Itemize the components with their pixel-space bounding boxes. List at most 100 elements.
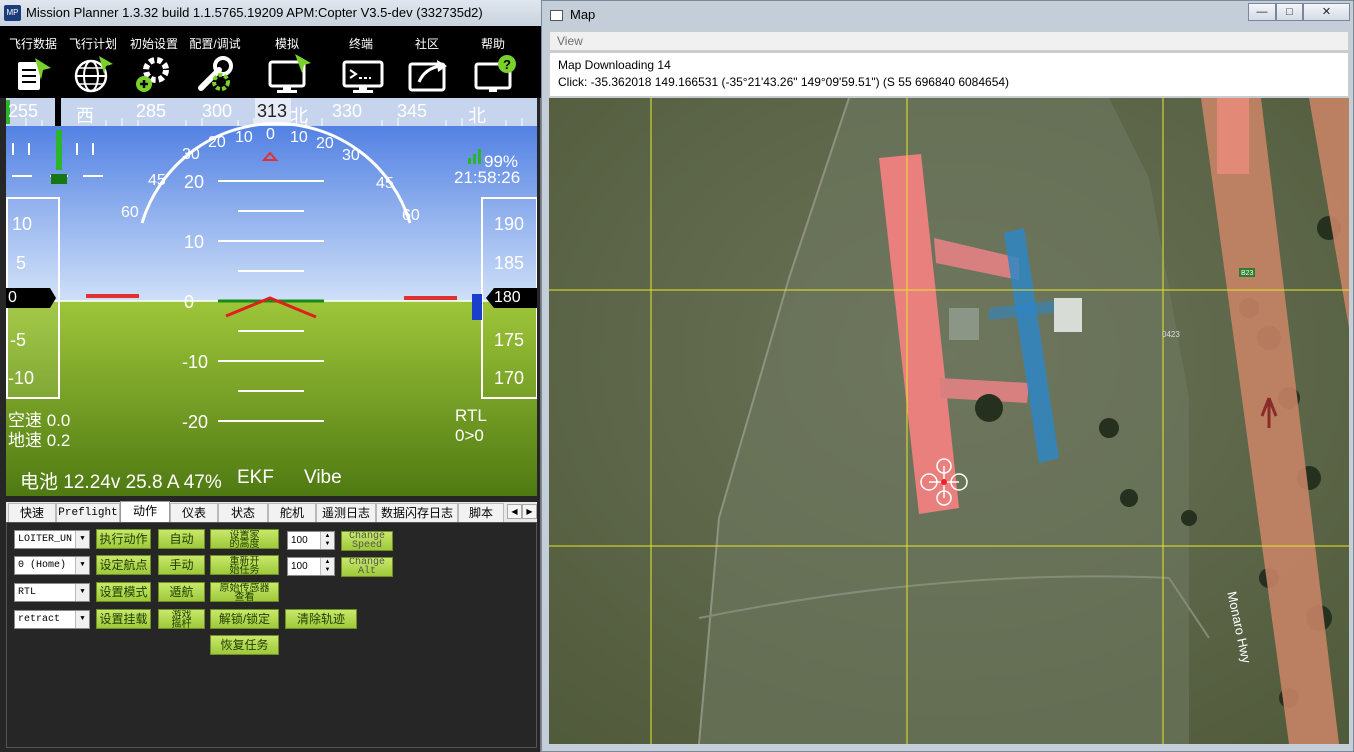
menu-view[interactable]: View — [557, 34, 583, 48]
pitch-label: 10 — [184, 232, 205, 252]
set-mode-button[interactable]: 设置模式 — [96, 582, 151, 602]
map-download-status: Map Downloading 14 — [558, 58, 671, 72]
tab-servo[interactable]: 舵机 — [268, 503, 316, 522]
groundspeed-readout: 地速 0.2 — [8, 431, 71, 450]
speed-tick: 10 — [12, 214, 33, 234]
chevron-down-icon: ▼ — [75, 531, 89, 548]
minimize-button[interactable]: — — [1248, 3, 1276, 21]
mode-select-value: RTL — [18, 587, 37, 598]
pitch-label: 20 — [184, 172, 205, 192]
menu-terminal[interactable]: 终端 — [330, 26, 392, 98]
tab-preflight[interactable]: Preflight — [56, 503, 120, 522]
maximize-button[interactable]: □ — [1276, 3, 1303, 21]
menu-flight-data[interactable]: 飞行数据 — [2, 26, 64, 98]
tab-scripts[interactable]: 脚本 — [458, 503, 504, 522]
waypoint-readout: 0>0 — [455, 426, 484, 445]
roll-tick: 45 — [148, 172, 166, 189]
action-select[interactable]: LOITER_UN ▼ — [14, 530, 90, 549]
close-button[interactable]: ✕ — [1303, 3, 1350, 21]
roll-tick: 10 — [290, 129, 308, 146]
waypoint-select[interactable]: 0 (Home) ▼ — [14, 556, 90, 575]
menu-label: 飞行计划 — [68, 37, 117, 51]
map-window: Map — □ ✕ View Map Downloading 14 Click:… — [541, 0, 1354, 752]
app-logo: MP — [4, 5, 21, 21]
spinner-arrows-icon[interactable]: ▲ ▼ — [320, 558, 334, 575]
menu-community[interactable]: 社区 — [396, 26, 458, 98]
auto-button[interactable]: 自动 — [158, 529, 205, 549]
tab-quick[interactable]: 快速 — [8, 503, 56, 522]
heading-tick: 345 — [397, 101, 428, 121]
flight-data-icon — [18, 58, 51, 90]
raw-sensor-view-button[interactable]: 原始传感器查看 — [210, 582, 279, 602]
config-tuning-icon — [198, 56, 233, 91]
menu-initial-setup[interactable]: 初始设置 — [123, 26, 185, 98]
tab-status[interactable]: 状态 — [218, 503, 268, 522]
mode-select[interactable]: RTL ▼ — [14, 583, 90, 602]
satellite-imagery — [549, 98, 1349, 744]
roll-tick: 20 — [208, 134, 226, 151]
change-speed-button[interactable]: Change Speed — [341, 531, 393, 551]
menu-simulation[interactable]: 模拟 — [256, 26, 318, 98]
heading-tick: 285 — [136, 101, 167, 121]
chevron-down-icon: ▼ — [75, 611, 89, 628]
tab-actions[interactable]: 动作 — [120, 501, 170, 522]
menu-config-tuning[interactable]: 配置/调试 — [184, 26, 246, 98]
window-title-bar: MP Mission Planner 1.3.32 build 1.1.5765… — [0, 0, 541, 26]
actions-panel: LOITER_UN ▼ 0 (Home) ▼ RTL ▼ retract ▼ 执… — [6, 522, 537, 748]
tab-bar: 快速 Preflight 动作 仪表 状态 舵机 遥测日志 数据闪存日志 脚本 … — [6, 501, 537, 522]
speed-tick: 5 — [16, 253, 27, 273]
hud-display[interactable]: 255 西 285 300 313 北 330 345 北 60 45 30 2… — [6, 98, 537, 496]
tab-scroll-arrows: ◀ ▶ — [507, 504, 537, 519]
window-title: Mission Planner 1.3.32 build 1.1.5765.19… — [26, 5, 483, 20]
clear-track-button[interactable]: 清除轨迹 — [285, 609, 357, 629]
road-badge: B23 — [1241, 270, 1254, 277]
roll-tick: 45 — [376, 175, 394, 192]
alt-input[interactable]: 100 ▲ ▼ — [287, 557, 335, 576]
loiter-button[interactable]: 遁航 — [158, 582, 205, 602]
pitch-label: -10 — [182, 352, 209, 372]
vibe-indicator[interactable]: Vibe — [304, 467, 342, 489]
tab-dataflash-logs[interactable]: 数据闪存日志 — [376, 503, 458, 522]
alt-tick: 175 — [494, 330, 525, 350]
set-waypoint-button[interactable]: 设定航点 — [96, 555, 151, 575]
menu-label: 初始设置 — [129, 37, 178, 51]
action-select-value: LOITER_UN — [18, 534, 73, 545]
tab-scroll-left-icon[interactable]: ◀ — [507, 504, 522, 519]
alt-value: 100 — [291, 561, 308, 572]
tab-scroll-right-icon[interactable]: ▶ — [522, 504, 537, 519]
alt-current: 180 — [494, 289, 521, 306]
map-menu-bar: View — [549, 31, 1349, 51]
roll-tick: 30 — [182, 146, 200, 163]
chevron-down-icon: ▼ — [75, 584, 89, 601]
manual-button[interactable]: 手动 — [158, 555, 205, 575]
menu-flight-plan[interactable]: 飞行计划 — [62, 26, 124, 98]
set-home-alt-button[interactable]: 设置家的高度 — [210, 529, 279, 549]
menu-label: 社区 — [414, 37, 439, 51]
ekf-indicator[interactable]: EKF — [237, 467, 274, 489]
svg-text:?: ? — [503, 57, 511, 72]
tab-gauges[interactable]: 仪表 — [170, 503, 218, 522]
chevron-down-icon: ▼ — [75, 557, 89, 574]
speed-input[interactable]: 100 ▲ ▼ — [287, 531, 335, 550]
heading-tick: 西 — [76, 106, 94, 126]
set-mount-button[interactable]: 设置挂载 — [96, 609, 151, 629]
change-alt-button[interactable]: Change Alt — [341, 557, 393, 577]
menu-help[interactable]: 帮助 ? — [462, 26, 524, 98]
tab-telemetry-logs[interactable]: 遥测日志 — [316, 503, 376, 522]
simulation-icon — [268, 54, 311, 93]
arm-disarm-button[interactable]: 解锁/锁定 — [210, 609, 279, 629]
mount-select[interactable]: retract ▼ — [14, 610, 90, 629]
waypoint-select-value: 0 (Home) — [18, 560, 67, 571]
menu-label: 帮助 — [480, 37, 505, 51]
roll-tick: 20 — [316, 135, 334, 152]
mission-planner-window: MP Mission Planner 1.3.32 build 1.1.5765… — [0, 0, 541, 752]
spinner-arrows-icon[interactable]: ▲ ▼ — [320, 532, 334, 549]
help-icon: ? — [474, 55, 516, 92]
restart-mission-button[interactable]: 重新开始任务 — [210, 555, 279, 575]
menu-label: 配置/调试 — [189, 37, 241, 51]
hud-time: 21:58:26 — [454, 168, 521, 187]
do-action-button[interactable]: 执行动作 — [96, 529, 151, 549]
joystick-button[interactable]: 游戏摇杆 — [158, 609, 205, 629]
resume-mission-button[interactable]: 恢复任务 — [210, 635, 279, 655]
map-view[interactable]: B23 0423 Monaro Hwy — [549, 98, 1349, 744]
